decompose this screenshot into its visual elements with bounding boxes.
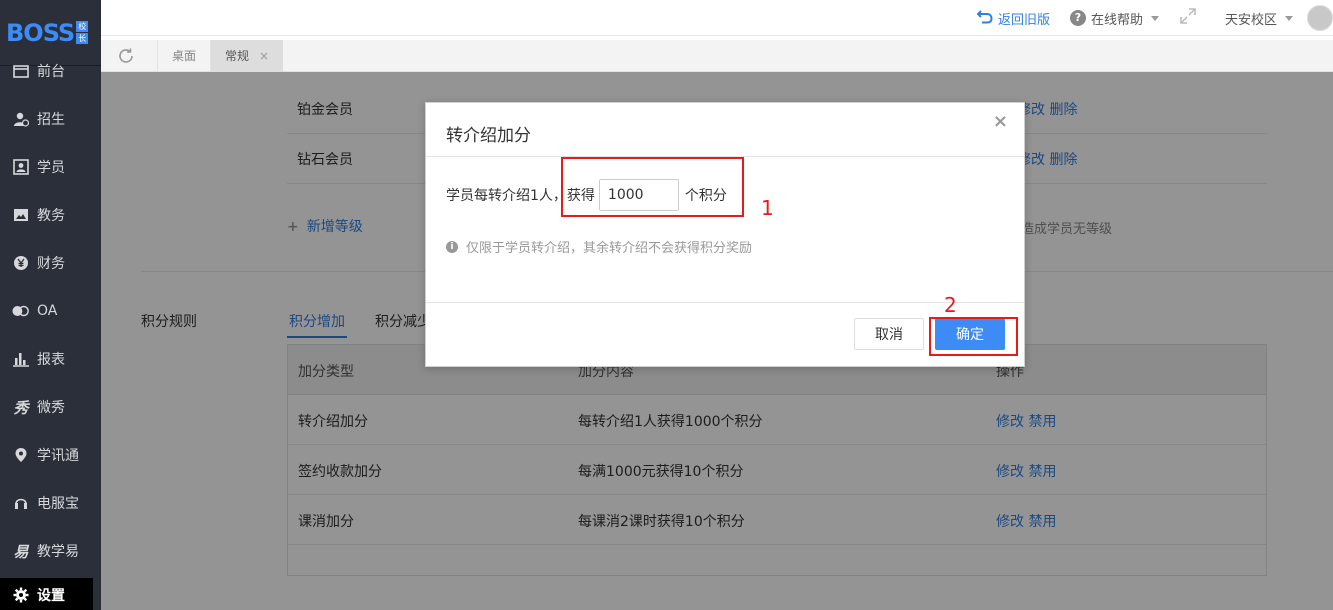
id-card-icon: [12, 158, 30, 176]
cancel-button[interactable]: 取消: [854, 318, 924, 350]
sidebar-item-finance[interactable]: 财务: [0, 239, 101, 287]
sidebar-item-front-desk[interactable]: 前台: [0, 47, 101, 95]
top-right-actions: 返回旧版 ? 在线帮助 天安校区: [976, 0, 1333, 36]
sidebar-item-label: 学讯通: [37, 448, 79, 464]
sidebar-item-jiaoxueyi[interactable]: 易 教学易: [0, 527, 101, 575]
picture-icon: [12, 206, 30, 224]
sidebar-item-label: 教学易: [37, 544, 79, 560]
bar-chart-icon: [12, 350, 30, 368]
sidebar-item-label: 财务: [37, 256, 65, 272]
sidebar-item-xuexuntong[interactable]: 学讯通: [0, 431, 101, 479]
add-user-icon: [12, 110, 30, 128]
sidebar-item-dianfubao[interactable]: 电服宝: [0, 479, 101, 527]
annotation-number-1: 1: [761, 196, 774, 220]
logo-text: BOSS: [6, 18, 75, 47]
sidebar: BOSS 校 长 前台 招生 学员 教务 财务 OA 报表 秀 微秀 学讯通 电…: [0, 0, 101, 610]
logo-badge: 校 长: [76, 20, 89, 44]
sidebar-item-settings[interactable]: 设置: [0, 578, 93, 610]
close-tab-icon[interactable]: ×: [259, 49, 269, 63]
sidebar-item-reports[interactable]: 报表: [0, 335, 101, 383]
calendar-icon: [12, 62, 30, 80]
sidebar-item-label: 招生: [37, 112, 65, 128]
sidebar-item-label: OA: [37, 303, 58, 319]
sidebar-item-enrollment[interactable]: 招生: [0, 95, 101, 143]
undo-icon: [976, 8, 993, 28]
headset-icon: [12, 494, 30, 512]
tab-general[interactable]: 常规 ×: [210, 40, 284, 72]
expand-icon: [1179, 7, 1197, 29]
fullscreen-button[interactable]: [1179, 7, 1197, 29]
tab-desktop[interactable]: 桌面: [157, 40, 210, 72]
toggle-icon: [12, 302, 30, 320]
gear-icon: [12, 586, 30, 604]
back-old-version-link[interactable]: 返回旧版: [976, 8, 1050, 28]
yi-icon: 易: [13, 542, 29, 561]
top-bar: 返回旧版 ? 在线帮助 天安校区: [101, 0, 1333, 36]
sidebar-item-label: 设置: [37, 588, 65, 604]
close-icon[interactable]: ×: [993, 111, 1008, 132]
dialog-header: 转介绍加分 ×: [426, 103, 1024, 157]
annotation-number-2: 2: [944, 293, 957, 317]
sidebar-item-label: 微秀: [37, 400, 65, 416]
question-icon: ?: [1069, 10, 1086, 26]
dialog-title: 转介绍加分: [446, 126, 531, 146]
sidebar-item-students[interactable]: 学员: [0, 143, 101, 191]
location-pin-icon: [12, 446, 30, 464]
annotation-box-2: [929, 317, 1018, 356]
tip-text: i 仅限于学员转介绍，其余转介绍不会获得积分奖励: [446, 237, 752, 256]
sidebar-item-label: 学员: [37, 160, 65, 176]
xiu-icon: 秀: [13, 398, 29, 417]
annotation-box-1: [561, 157, 744, 217]
info-icon: i: [446, 240, 458, 253]
sidebar-item-weixiu[interactable]: 秀 微秀: [0, 383, 101, 431]
sidebar-item-academic[interactable]: 教务: [0, 191, 101, 239]
chevron-down-icon: [1150, 15, 1159, 21]
sidebar-item-oa[interactable]: OA: [0, 287, 101, 335]
campus-dropdown[interactable]: 天安校区: [1225, 9, 1293, 28]
tab-bar: 桌面 常规 ×: [101, 40, 1333, 72]
avatar[interactable]: [1307, 5, 1333, 31]
yen-icon: [12, 254, 30, 272]
chevron-down-icon: [1285, 15, 1293, 21]
refresh-icon[interactable]: [117, 47, 135, 65]
online-help-dropdown[interactable]: ? 在线帮助: [1069, 9, 1159, 28]
sidebar-item-label: 报表: [37, 352, 65, 368]
sidebar-item-label: 教务: [37, 208, 65, 224]
sidebar-item-label: 前台: [37, 64, 65, 80]
sidebar-item-label: 电服宝: [37, 496, 79, 512]
